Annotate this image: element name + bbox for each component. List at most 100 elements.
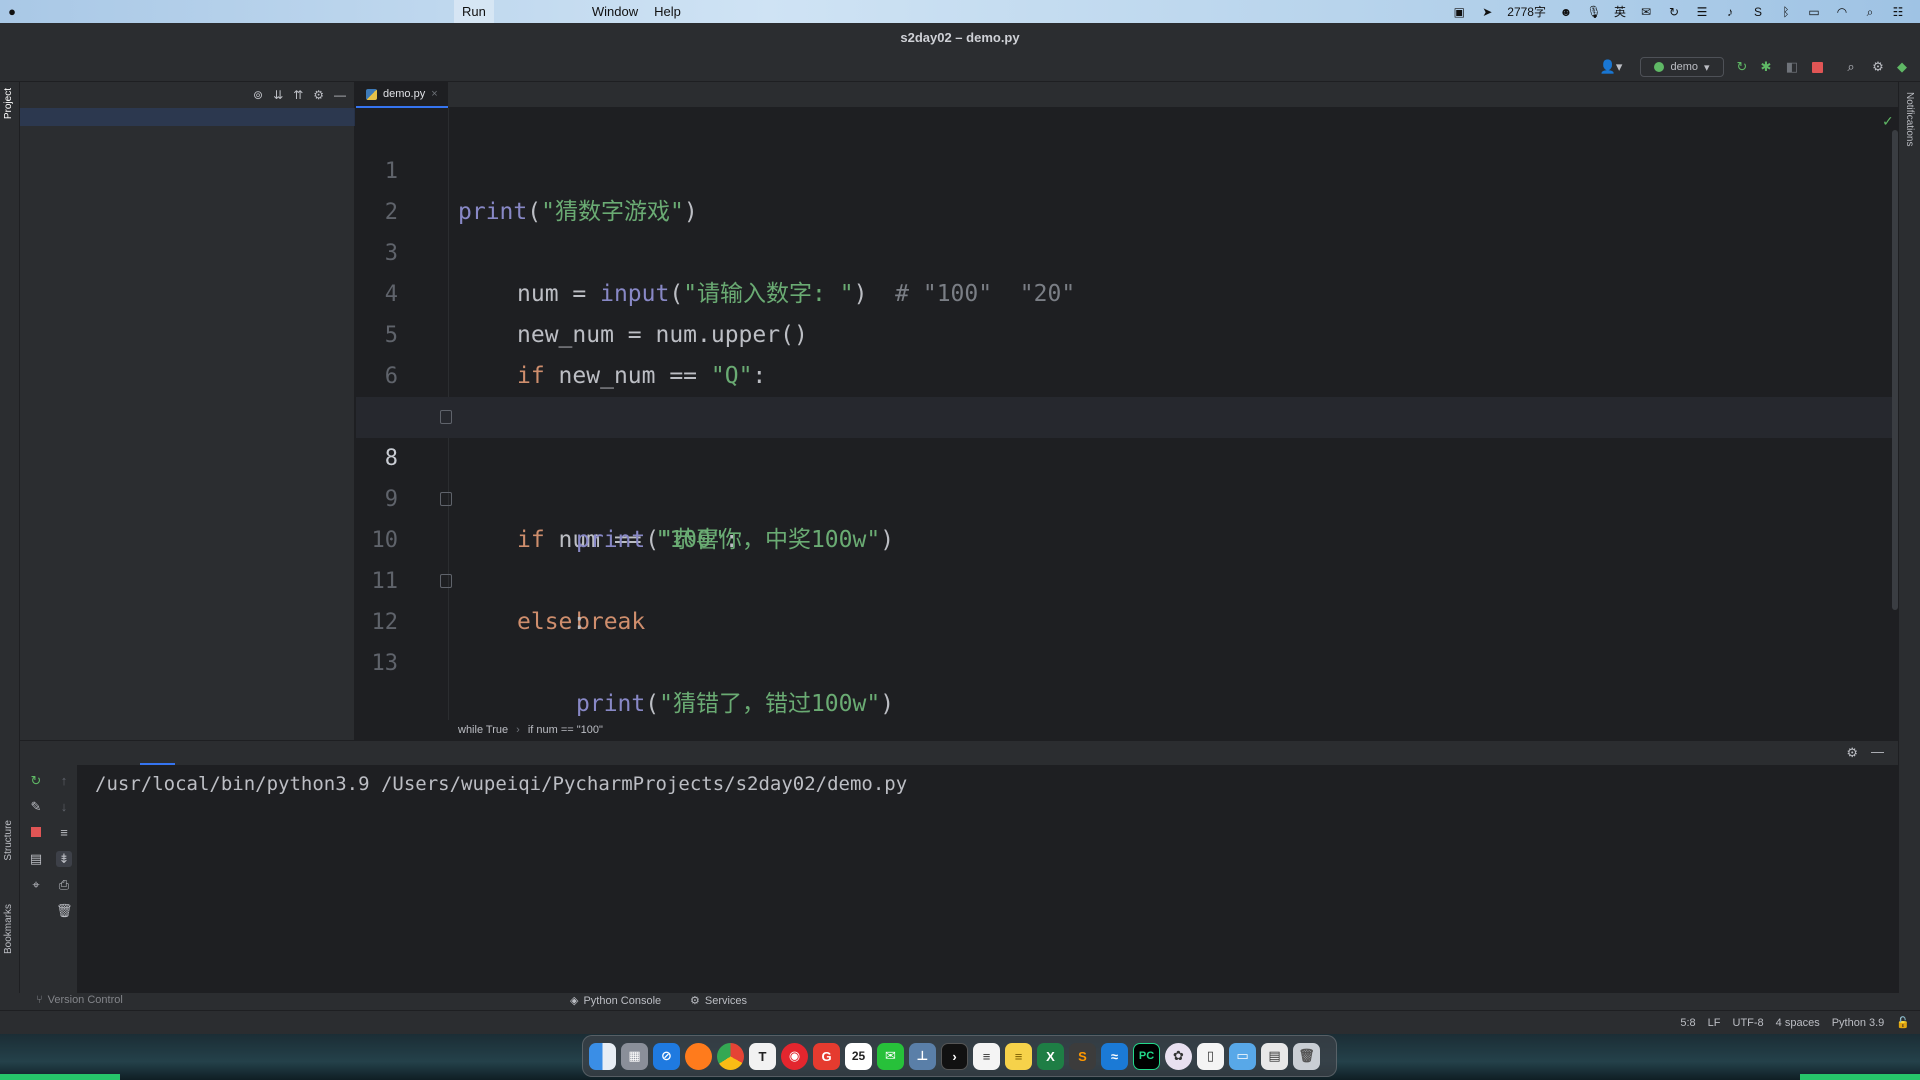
code-line[interactable]: 1 print("猜数字游戏"): [356, 110, 1896, 225]
file-encoding[interactable]: UTF-8: [1733, 1017, 1764, 1029]
fold-marker-icon[interactable]: [440, 574, 452, 588]
fold-marker-icon[interactable]: [440, 492, 452, 506]
trash-icon[interactable]: 🗑: [1293, 1042, 1320, 1070]
scroll-up-icon[interactable]: ↑: [56, 773, 72, 789]
project-tree-selected-row[interactable]: [20, 108, 355, 126]
close-tab-icon[interactable]: ×: [431, 88, 437, 100]
chrome-icon[interactable]: [717, 1042, 744, 1070]
python-console-tool-button[interactable]: ◈ Python Console: [570, 994, 661, 1008]
project-tool-button[interactable]: Project: [3, 88, 14, 119]
settings-gear-icon[interactable]: ⚙: [1870, 57, 1886, 77]
soft-wrap-icon[interactable]: ≡: [56, 825, 72, 841]
folder-icon[interactable]: ▭: [1229, 1042, 1256, 1070]
layout-icon[interactable]: ▤: [28, 851, 44, 867]
stop-run-button[interactable]: [28, 825, 44, 841]
expand-all-icon[interactable]: ⇊: [273, 88, 283, 102]
panel-options-gear-icon[interactable]: ⚙: [313, 88, 324, 102]
mail-icon[interactable]: G: [813, 1042, 840, 1070]
caret-position[interactable]: 5:8: [1680, 1017, 1695, 1029]
line-code[interactable]: print("猜错了，错过100w"): [576, 684, 894, 720]
console-output[interactable]: /usr/local/bin/python3.9 /Users/wupeiqi/…: [95, 773, 907, 795]
word-count[interactable]: 2778字: [1507, 3, 1546, 20]
indent-setting[interactable]: 4 spaces: [1776, 1017, 1820, 1029]
structure-tool-button[interactable]: Structure: [3, 820, 14, 861]
control-center-icon[interactable]: ☷: [1890, 5, 1906, 19]
fold-marker-icon[interactable]: [440, 410, 452, 424]
code-line[interactable]: 12 print("猜错了，错过100w"): [356, 561, 1896, 717]
notifications-tool-button[interactable]: Notifications: [1904, 92, 1915, 146]
netease-icon[interactable]: ◉: [781, 1042, 808, 1070]
collapse-all-icon[interactable]: ⇈: [293, 88, 303, 102]
menu-window[interactable]: Window: [584, 0, 646, 23]
wechat-tray-icon[interactable]: ✉: [1638, 5, 1654, 19]
code-line[interactable]: 6 break: [356, 315, 1896, 430]
code-line[interactable]: 4 new_num = num.upper(): [356, 233, 1896, 348]
search-icon[interactable]: ⌕: [1843, 57, 1859, 77]
notes-icon[interactable]: ≡: [1005, 1042, 1032, 1070]
file-icon[interactable]: ▤: [1261, 1042, 1288, 1070]
debug-icon[interactable]: ✱: [1758, 57, 1774, 77]
bluetooth-icon[interactable]: ᛒ: [1778, 5, 1794, 19]
pins-icon[interactable]: ⊥: [909, 1042, 936, 1070]
spotlight-search-icon[interactable]: ⌕: [1862, 5, 1878, 19]
code-line[interactable]: 7: [356, 356, 1896, 430]
sketch-icon[interactable]: ≈: [1101, 1042, 1128, 1070]
drive-icon[interactable]: ☰: [1694, 5, 1710, 19]
tab-demo-py[interactable]: demo.py ×: [356, 82, 448, 108]
code-line[interactable]: 3 num = input("请输入数字: ") # "100" "20": [356, 192, 1896, 307]
cursor-icon[interactable]: ➤: [1479, 5, 1495, 19]
doc-icon[interactable]: ▯: [1197, 1042, 1224, 1070]
run-configuration-select[interactable]: demo ▾: [1640, 57, 1724, 77]
breadcrumb-item[interactable]: if num == "100": [528, 724, 603, 736]
services-tool-button[interactable]: ⚙ Services: [690, 994, 747, 1008]
stop-button[interactable]: [1810, 57, 1824, 77]
edit-config-wrench-icon[interactable]: ✎: [28, 799, 44, 815]
volume-icon[interactable]: ♪: [1722, 5, 1738, 19]
hide-run-panel-icon[interactable]: —: [1871, 744, 1884, 759]
pin-icon[interactable]: ⌖: [28, 877, 44, 893]
code-line[interactable]: 9 print("恭喜你，中奖100w"): [356, 438, 1896, 553]
code-line[interactable]: 11 else:: [356, 520, 1896, 635]
scroll-down-icon[interactable]: ↓: [56, 799, 72, 815]
s-app-icon[interactable]: S: [1750, 5, 1766, 19]
print-icon[interactable]: ⎙: [56, 877, 72, 893]
typora-icon[interactable]: T: [749, 1042, 776, 1070]
sync-icon[interactable]: ↻: [1666, 5, 1682, 19]
code-line[interactable]: 13: [356, 602, 1896, 676]
microphone-icon[interactable]: 🎙: [1586, 5, 1602, 19]
code-line[interactable]: 2: [356, 151, 1896, 225]
plugin-shield-icon[interactable]: ◆: [1894, 57, 1910, 77]
scroll-to-end-icon[interactable]: ⇟: [56, 851, 72, 867]
clear-trash-icon[interactable]: 🗑: [56, 903, 73, 919]
menu-help[interactable]: Help: [646, 0, 689, 23]
wifi-icon[interactable]: ◠: [1834, 5, 1850, 19]
bookmarks-tool-button[interactable]: Bookmarks: [3, 904, 14, 954]
coverage-icon[interactable]: ◧: [1784, 57, 1800, 77]
excel-icon[interactable]: X: [1037, 1042, 1064, 1070]
calendar-icon[interactable]: 25: [845, 1042, 872, 1070]
launchpad-icon[interactable]: ▦: [621, 1042, 648, 1070]
finder-icon[interactable]: [589, 1042, 616, 1070]
python-interpreter[interactable]: Python 3.9: [1832, 1017, 1885, 1029]
breadcrumb-item[interactable]: while True: [458, 724, 508, 736]
version-control-tool-button[interactable]: ⑂ Version Control: [36, 994, 123, 1006]
rerun-icon[interactable]: ↻: [1734, 57, 1750, 77]
rerun-icon[interactable]: ↻: [28, 773, 44, 789]
lock-icon[interactable]: 🔓: [1896, 1016, 1910, 1029]
wechat-icon[interactable]: ✉: [877, 1042, 904, 1070]
run-panel-gear-icon[interactable]: ⚙: [1846, 745, 1858, 761]
input-method[interactable]: 英: [1614, 3, 1626, 20]
terminal-icon[interactable]: ›: [941, 1042, 968, 1070]
code-line[interactable]: 5 if new_num == "Q":: [356, 274, 1896, 389]
game-icon[interactable]: ✿: [1165, 1042, 1192, 1070]
safari-icon[interactable]: ⊘: [653, 1042, 680, 1070]
user-icon[interactable]: 👤▾: [1596, 57, 1626, 77]
line-separator[interactable]: LF: [1708, 1017, 1721, 1029]
menu-run[interactable]: Run: [454, 0, 494, 23]
code-line-current[interactable]: 8 if num == "100":: [356, 397, 1896, 553]
code-line[interactable]: 10 break: [356, 479, 1896, 635]
hide-panel-icon[interactable]: —: [334, 88, 346, 102]
sublime-icon[interactable]: S: [1069, 1042, 1096, 1070]
pycharm-icon[interactable]: PC: [1133, 1042, 1160, 1070]
screen-record-icon[interactable]: ▣: [1451, 5, 1467, 19]
